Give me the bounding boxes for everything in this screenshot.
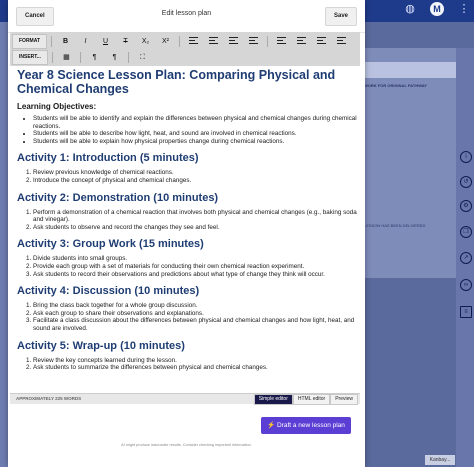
- background-panel-note: LESSON HAS BEEN DELIVERED: [364, 223, 426, 228]
- list-item: Review the key concepts learned during t…: [33, 357, 360, 365]
- modal-title: Edit lesson plan: [161, 10, 212, 17]
- paragraph-rtl-icon[interactable]: ¶: [105, 51, 124, 64]
- activity-4-steps: Bring the class back together for a whol…: [17, 302, 360, 332]
- grid-icon[interactable]: ⋮: [458, 3, 470, 15]
- activity-1-heading: Activity 1: Introduction (5 minutes): [17, 152, 199, 165]
- document-title: Year 8 Science Lesson Plan: Comparing Ph…: [17, 68, 336, 96]
- align-justify-icon[interactable]: [244, 35, 263, 48]
- list-item: Provide each group with a set of materia…: [33, 263, 360, 271]
- tab-preview[interactable]: Preview: [330, 394, 358, 405]
- history-icon[interactable]: ↺: [460, 176, 472, 188]
- avatar[interactable]: M: [430, 2, 444, 16]
- toolbar-row-1: FORMAT B I U T X₂ X²: [12, 34, 351, 49]
- superscript-button[interactable]: X²: [156, 35, 175, 48]
- save-button[interactable]: Save: [324, 7, 357, 26]
- activity-1-steps: Review previous knowledge of chemical re…: [17, 169, 360, 184]
- objectives-list: Students will be able to identify and ex…: [17, 115, 360, 145]
- link-icon[interactable]: ∞: [460, 279, 472, 291]
- list-item: Bring the class back together for a whol…: [33, 302, 360, 310]
- background-panel-tag: WORK FOR ORIGINAL PATHWAY: [364, 83, 427, 88]
- activity-2-heading: Activity 2: Demonstration (10 minutes): [17, 191, 219, 204]
- insert-dropdown[interactable]: INSERT...: [12, 50, 48, 65]
- activity-3-steps: Divide students into small groups. Provi…: [17, 255, 360, 278]
- toolbar-divider: [267, 36, 269, 47]
- document-icon[interactable]: ≡: [460, 306, 472, 318]
- copy-icon[interactable]: ❐: [460, 226, 472, 238]
- word-count: APPROXIMATELY 225 WORDS: [16, 396, 82, 401]
- list-item: Ask students to record their observation…: [33, 271, 360, 279]
- toolbar-divider: [127, 52, 129, 63]
- draft-new-lesson-plan-button[interactable]: ⚡ Draft a new lesson plan: [261, 417, 351, 434]
- table-icon[interactable]: ▦: [57, 51, 76, 64]
- list-item: Perform a demonstration of a chemical re…: [33, 209, 360, 224]
- list-item: Students will be able to describe how li…: [33, 130, 360, 138]
- activity-5-heading: Activity 5: Wrap-up (10 minutes): [17, 339, 185, 352]
- strikethrough-button[interactable]: T: [116, 35, 135, 48]
- toolbar-divider: [51, 36, 53, 47]
- toolbar-divider: [179, 36, 181, 47]
- subscript-button[interactable]: X₂: [136, 35, 155, 48]
- background-panel-toolbar: [362, 62, 456, 78]
- globe-icon[interactable]: ◍: [404, 3, 416, 15]
- activity-4-heading: Activity 4: Discussion (10 minutes): [17, 285, 200, 298]
- align-right-icon[interactable]: [224, 35, 243, 48]
- list-item: Students will be able to identify and ex…: [33, 115, 360, 130]
- tab-html-editor[interactable]: HTML editor: [292, 394, 331, 405]
- share-icon[interactable]: ↗: [460, 252, 472, 264]
- background-right-rail: i ↺ ⚙ ❐ ↗ ∞ ≡: [456, 48, 474, 467]
- align-left-icon[interactable]: [184, 35, 203, 48]
- numbered-list-icon[interactable]: [312, 35, 331, 48]
- list-item: Facilitate a class discussion about the …: [33, 317, 360, 332]
- objectives-heading: Learning Objectives:: [17, 102, 97, 111]
- bold-button[interactable]: B: [56, 35, 75, 48]
- bullet-list-icon[interactable]: [332, 35, 351, 48]
- list-item: Students will be able to explain how phy…: [33, 138, 360, 146]
- info-icon[interactable]: i: [460, 151, 472, 163]
- indent-icon[interactable]: [272, 35, 291, 48]
- editor-mode-tabs: Simple editor HTML editor Preview: [253, 394, 358, 405]
- background-bottom-label: Kanbay...: [425, 455, 455, 465]
- tab-simple-editor[interactable]: Simple editor: [253, 394, 293, 405]
- italic-button[interactable]: I: [76, 35, 95, 48]
- editor-content[interactable]: Year 8 Science Lesson Plan: Comparing Ph…: [10, 66, 360, 392]
- align-center-icon[interactable]: [204, 35, 223, 48]
- list-item: Ask each group to share their observatio…: [33, 310, 360, 318]
- ai-disclaimer: AI might produce inaccurate results. Con…: [121, 443, 252, 447]
- settings-icon[interactable]: ⚙: [460, 200, 472, 212]
- editor-toolbar: FORMAT B I U T X₂ X² INSERT... ▦ ¶ ¶ ⛶: [10, 32, 360, 66]
- modal-header: Cancel Edit lesson plan Save: [8, 0, 365, 33]
- list-item: Review previous knowledge of chemical re…: [33, 169, 360, 177]
- paragraph-ltr-icon[interactable]: ¶: [85, 51, 104, 64]
- list-item: Ask students to observe and record the c…: [33, 224, 360, 232]
- activity-5-steps: Review the key concepts learned during t…: [17, 357, 360, 372]
- outdent-icon[interactable]: [292, 35, 311, 48]
- toolbar-row-2: INSERT... ▦ ¶ ¶ ⛶: [12, 50, 152, 65]
- toolbar-divider: [51, 52, 53, 63]
- activity-2-steps: Perform a demonstration of a chemical re…: [17, 209, 360, 232]
- format-dropdown[interactable]: FORMAT: [12, 34, 48, 49]
- underline-button[interactable]: U: [96, 35, 115, 48]
- list-item: Divide students into small groups.: [33, 255, 360, 263]
- list-item: Ask students to summarize the difference…: [33, 364, 360, 372]
- editor-footer: APPROXIMATELY 225 WORDS Simple editor HT…: [10, 393, 360, 405]
- activity-3-heading: Activity 3: Group Work (15 minutes): [17, 238, 204, 251]
- app-top-icons: ◍ M ⋮: [404, 2, 470, 16]
- list-item: Introduce the concept of physical and ch…: [33, 177, 360, 185]
- fullscreen-icon[interactable]: ⛶: [133, 51, 152, 64]
- toolbar-divider: [79, 52, 81, 63]
